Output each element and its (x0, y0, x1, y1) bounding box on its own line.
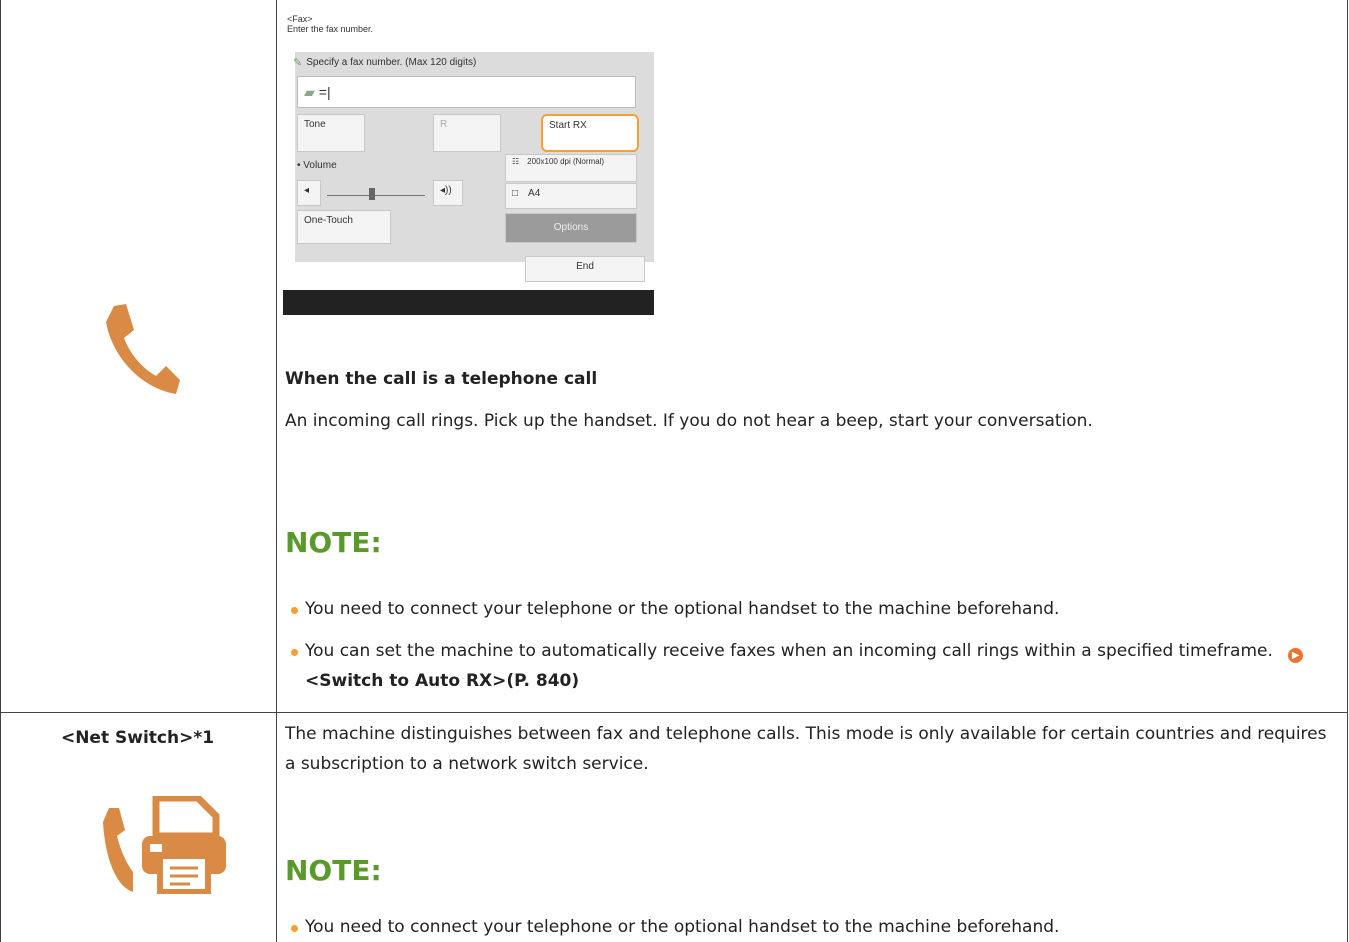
link-arrow-icon: ▶ (1288, 648, 1304, 663)
fax-printer-icon (142, 796, 226, 894)
note-bullet: You need to connect your telephone or th… (291, 912, 1345, 942)
fax-machine-icon: ▰ (304, 83, 315, 100)
volume-up-button[interactable]: ◂)) (433, 180, 463, 206)
table-row-divider (0, 712, 1348, 713)
fax-panel-screenshot: <Fax> Enter the fax number. ✎ Specify a … (283, 14, 654, 315)
options-button[interactable]: Options (505, 213, 637, 243)
note-title: NOTE: (285, 854, 382, 887)
telephone-icon (103, 808, 133, 892)
table-column-divider (276, 0, 277, 942)
panel-header: ✎ Specify a fax number. (Max 120 digits) (293, 57, 477, 69)
volume-down-button[interactable]: ◂ (297, 180, 321, 206)
panel-status-bar (283, 290, 654, 315)
table-left-border (0, 0, 1, 942)
resolution-icon: ☷ (512, 157, 520, 166)
net-switch-label: <Net Switch>*1 (60, 728, 215, 748)
volume-slider-knob[interactable] (369, 188, 375, 200)
fax-number-field[interactable]: ▰ =| (297, 76, 636, 108)
r-button[interactable]: R (433, 114, 501, 152)
paper-icon: □ (512, 188, 519, 199)
bullet-dot (291, 607, 298, 614)
bullet-dot (291, 649, 298, 656)
fax-icon: ✎ (293, 57, 303, 69)
telephone-icon (106, 304, 180, 394)
bullet-dot (291, 925, 298, 932)
note-bullet: You can set the machine to automatically… (291, 636, 1345, 696)
one-touch-button[interactable]: One-Touch (297, 210, 391, 244)
net-switch-text: The machine distinguishes between fax an… (285, 724, 1327, 774)
volume-slider[interactable] (327, 195, 425, 196)
telephone-call-text: An incoming call rings. Pick up the hand… (285, 411, 1093, 431)
volume-label: • Volume (297, 160, 337, 171)
panel-breadcrumb: <Fax> Enter the fax number. (287, 14, 374, 34)
start-rx-button[interactable]: Start RX (541, 114, 639, 152)
paper-size-button[interactable]: □ A4 (505, 183, 637, 209)
resolution-button[interactable]: ☷ 200x100 dpi (Normal) (505, 154, 637, 182)
telephone-call-heading: When the call is a telephone call (285, 369, 598, 389)
note-title: NOTE: (285, 526, 382, 559)
note-bullet: You need to connect your telephone or th… (291, 594, 1345, 624)
table-right-border (1347, 0, 1348, 942)
tone-button[interactable]: Tone (297, 114, 365, 152)
end-button[interactable]: End (525, 256, 645, 282)
